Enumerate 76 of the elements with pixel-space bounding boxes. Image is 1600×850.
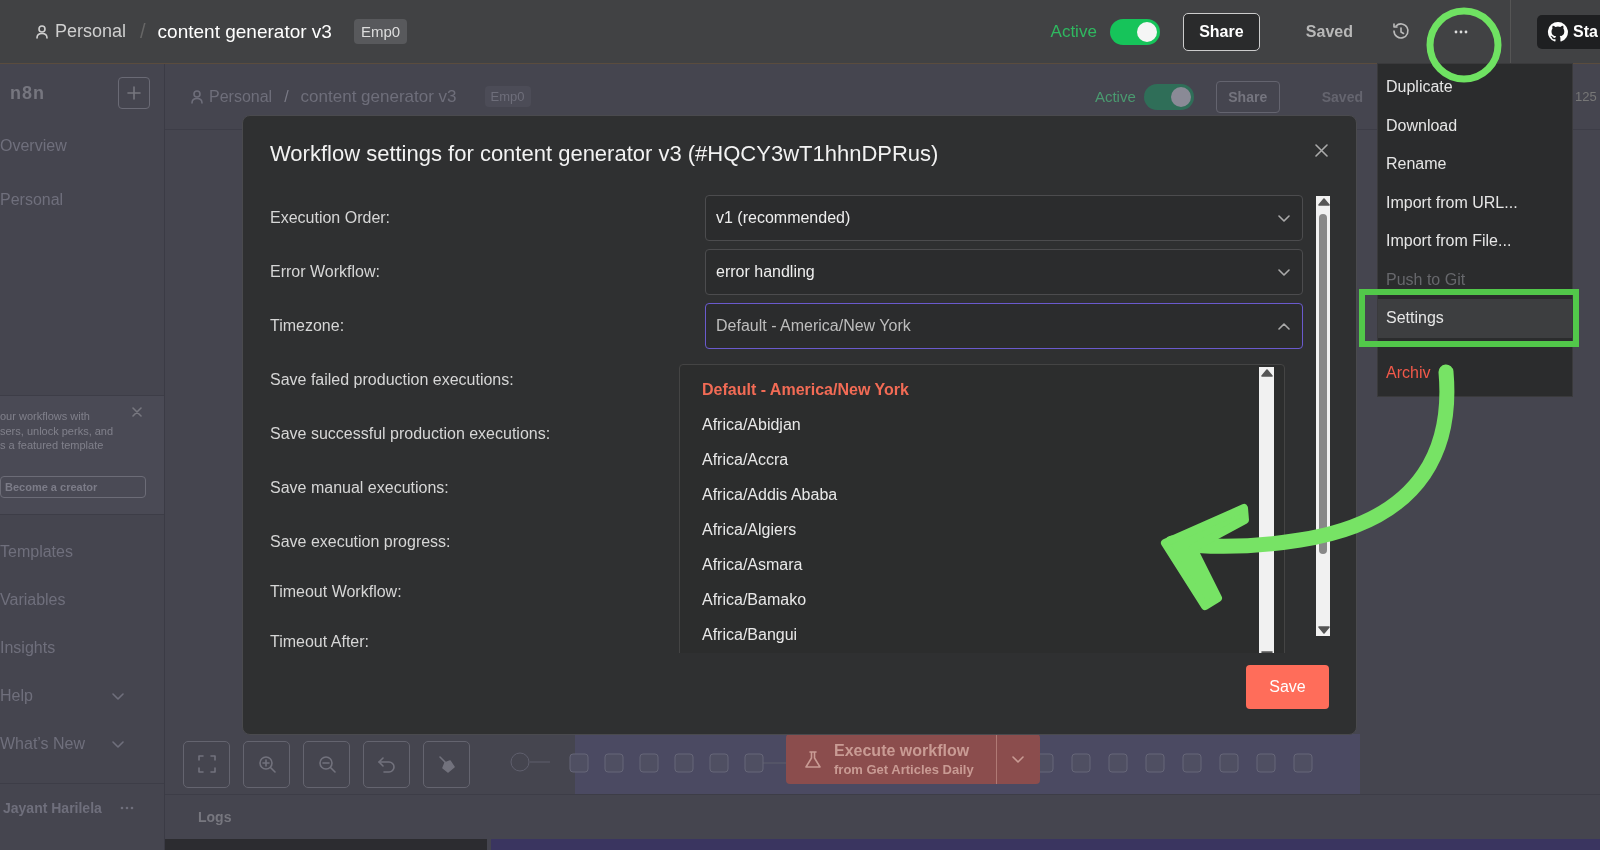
close-icon bbox=[1315, 144, 1328, 157]
more-icon bbox=[120, 806, 134, 810]
breadcrumb-separator: / bbox=[140, 20, 146, 43]
select-field[interactable]: v1 (recommended) bbox=[705, 195, 1303, 241]
broom-icon bbox=[437, 754, 456, 774]
undo-button[interactable] bbox=[363, 740, 410, 788]
menu-item[interactable]: Archiv bbox=[1378, 353, 1572, 392]
setting-label: Execution Order: bbox=[270, 209, 392, 227]
history-button[interactable] bbox=[1391, 22, 1410, 41]
chevron-up-icon bbox=[1278, 322, 1290, 330]
dropdown-option[interactable]: Default - America/New York bbox=[680, 372, 1259, 407]
arrow-up-icon bbox=[1318, 198, 1330, 206]
add-button[interactable] bbox=[118, 77, 150, 109]
scrollbar[interactable] bbox=[1259, 367, 1274, 653]
setting-label: Save successful production executions: bbox=[270, 425, 552, 443]
menu-item[interactable]: Settings bbox=[1378, 299, 1572, 338]
chevron-down-icon bbox=[112, 692, 124, 700]
arrow-up-icon bbox=[1261, 369, 1273, 377]
select-field[interactable]: Default - America/New York bbox=[705, 303, 1303, 349]
breadcrumb-link[interactable]: Personal bbox=[55, 21, 127, 42]
save-button[interactable]: Save bbox=[1246, 665, 1329, 709]
dropdown-option[interactable]: Africa/Addis Ababa bbox=[680, 477, 1259, 512]
setting-label: Timezone: bbox=[270, 317, 346, 335]
plus-icon bbox=[127, 86, 141, 100]
zoom-in-icon bbox=[257, 755, 276, 773]
workflow-tag[interactable]: Emp0 bbox=[353, 19, 408, 44]
dropdown-option[interactable]: Africa/Accra bbox=[680, 442, 1259, 477]
history-icon bbox=[1391, 22, 1410, 41]
person-icon bbox=[35, 24, 49, 39]
setting-label: Save execution progress: bbox=[270, 533, 452, 551]
setting-label: Timeout After: bbox=[270, 633, 370, 651]
menu-item[interactable]: Download bbox=[1378, 106, 1572, 145]
github-star-button[interactable]: Sta bbox=[1537, 14, 1600, 49]
flask-icon bbox=[804, 750, 822, 768]
dropdown-option[interactable]: Africa/Bamako bbox=[680, 582, 1259, 617]
modal-title: Workflow settings for content generator v3 (#HQCY3wT1hhnDPRus) bbox=[270, 140, 939, 167]
menu-item[interactable]: Import from URL... bbox=[1378, 183, 1572, 222]
toggle-switch[interactable] bbox=[1109, 18, 1160, 45]
workflow-name[interactable]: content generator v3 bbox=[157, 20, 332, 43]
setting-label: Error Workflow: bbox=[270, 263, 381, 281]
share-button[interactable]: Share bbox=[1182, 12, 1260, 51]
active-label: Active bbox=[1094, 88, 1136, 105]
close-button[interactable] bbox=[1315, 144, 1328, 157]
dropdown-option[interactable]: Africa/Asmara bbox=[680, 547, 1259, 582]
undo-icon bbox=[378, 755, 395, 773]
zoom-in-button[interactable] bbox=[243, 740, 290, 788]
zoom-out-icon bbox=[317, 755, 336, 773]
select-field[interactable]: error handling bbox=[705, 249, 1303, 295]
dropdown-option[interactable]: Africa/Abidjan bbox=[680, 407, 1259, 442]
menu-item[interactable]: Duplicate bbox=[1378, 68, 1572, 107]
save-status: Saved bbox=[1305, 22, 1353, 41]
breadcrumb-separator: / bbox=[284, 87, 289, 106]
more-icon bbox=[1454, 29, 1468, 34]
dropdown-option[interactable]: Africa/Bangui bbox=[680, 617, 1259, 652]
zoom-out-button[interactable] bbox=[303, 740, 350, 788]
fit-view-icon bbox=[197, 755, 216, 773]
toggle-switch[interactable] bbox=[1143, 83, 1194, 110]
arrow-down-icon bbox=[1318, 626, 1330, 634]
menu-item[interactable]: Import from File... bbox=[1378, 222, 1572, 261]
chevron-down-icon bbox=[112, 740, 124, 748]
scrollbar[interactable] bbox=[1316, 196, 1330, 636]
chevron-down-icon bbox=[1278, 268, 1290, 276]
fit-view-button[interactable] bbox=[183, 740, 230, 788]
dropdown-option[interactable]: Africa/Algiers bbox=[680, 512, 1259, 547]
person-icon bbox=[190, 89, 204, 104]
select-input[interactable]: Default - America/New York bbox=[716, 317, 1278, 335]
active-label: Active bbox=[1050, 21, 1097, 42]
setting-label: Save manual executions: bbox=[270, 479, 450, 497]
close-icon bbox=[132, 407, 142, 417]
github-icon bbox=[1547, 20, 1569, 43]
setting-label: Timeout Workflow: bbox=[270, 583, 403, 601]
caret-icon bbox=[1012, 755, 1025, 763]
setting-label: Save failed production executions: bbox=[270, 371, 515, 389]
chevron-down-icon bbox=[1278, 214, 1290, 222]
menu-item[interactable]: Rename bbox=[1378, 145, 1572, 184]
clear-button[interactable] bbox=[423, 740, 470, 788]
